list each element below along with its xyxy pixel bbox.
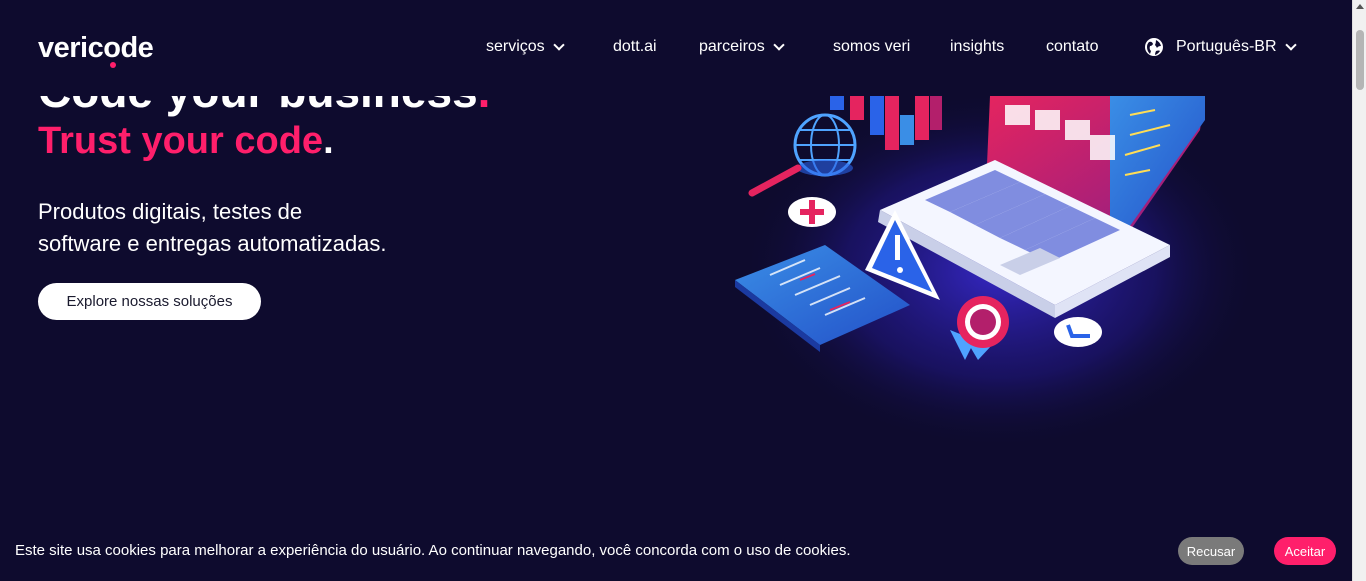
explore-solutions-button[interactable]: Explore nossas soluções: [38, 283, 261, 320]
hero-subtitle-line-1: Produtos digitais, testes de: [38, 199, 303, 224]
nav-item-parceiros[interactable]: parceiros: [699, 38, 785, 56]
cookie-message: Este site usa cookies para melhorar a ex…: [15, 542, 851, 559]
nav-label: contato: [1046, 38, 1099, 55]
nav-item-insights[interactable]: insights: [950, 38, 1004, 56]
page-scrollbar[interactable]: [1352, 0, 1366, 581]
nav-item-contato[interactable]: contato: [1046, 38, 1098, 56]
cookie-banner: Este site usa cookies para melhorar a ex…: [0, 522, 1352, 581]
nav-label: parceiros: [699, 38, 765, 55]
nav-item-somos-veri[interactable]: somos veri: [833, 38, 910, 56]
hero-tagline-period: .: [323, 120, 334, 162]
language-selector[interactable]: Português-BR: [1144, 37, 1297, 57]
scroll-up-arrow-icon[interactable]: [1356, 4, 1364, 9]
chevron-down-icon: [1284, 38, 1297, 51]
scrollbar-thumb[interactable]: [1356, 30, 1364, 90]
logo-o: o: [103, 32, 121, 68]
hero-tagline: Trust your code.: [38, 120, 334, 163]
language-label: Português-BR: [1176, 38, 1277, 55]
globe-icon: [1145, 38, 1163, 56]
hero-subtitle-line-2: software e entregas automatizadas.: [38, 231, 387, 256]
nav-label: insights: [950, 38, 1005, 55]
logo-dot: [110, 62, 117, 68]
logo-text-suffix: de: [120, 32, 154, 64]
hero-tagline-text: Trust your code: [38, 120, 324, 162]
page: Code your business. Trust your code. Pro…: [0, 0, 1352, 581]
plus-badge-icon: [788, 197, 836, 227]
nav-label: dott.ai: [613, 38, 657, 55]
logo-text-o: o: [103, 32, 121, 64]
hero-illustration: [735, 90, 1260, 450]
check-badge-icon: [1054, 317, 1102, 347]
site-header: verico de serviços dott.ai parceiros somo…: [0, 0, 1352, 96]
accept-cookies-button[interactable]: Aceitar: [1274, 537, 1336, 565]
hero-subtitle: Produtos digitais, testes de software e …: [38, 196, 478, 260]
vericode-logo[interactable]: verico de: [38, 32, 154, 68]
chevron-down-icon: [773, 38, 785, 51]
logo-text-prefix: veric: [38, 32, 104, 64]
nav-item-servicos[interactable]: serviços: [486, 38, 565, 56]
chevron-down-icon: [553, 38, 565, 51]
decline-cookies-button[interactable]: Recusar: [1178, 537, 1244, 565]
nav-label: serviços: [486, 38, 545, 55]
nav-label: somos veri: [833, 38, 911, 55]
nav-item-dott-ai[interactable]: dott.ai: [613, 38, 657, 56]
